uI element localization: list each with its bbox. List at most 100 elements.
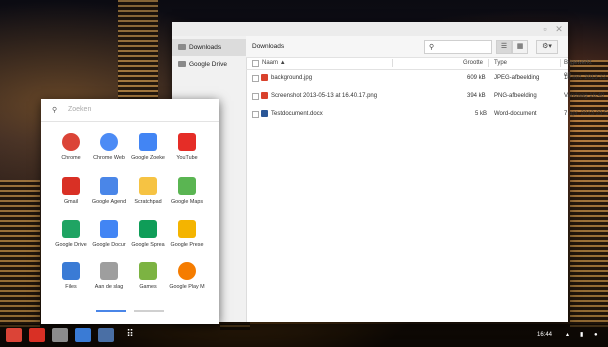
google-docs-icon xyxy=(100,220,118,238)
clock[interactable]: 16:44 xyxy=(537,324,552,347)
file-size: 609 kB xyxy=(467,75,486,81)
app-label: Google Prese xyxy=(170,242,204,248)
app-label: YouTube xyxy=(176,155,198,161)
search-input[interactable]: ⚲ xyxy=(424,40,492,54)
column-divider xyxy=(392,59,393,67)
file-modified: 7 apr. 2013 23:50 xyxy=(564,111,608,117)
sidebar-item-label: Downloads xyxy=(189,44,222,51)
file-size: 5 kB xyxy=(475,111,488,117)
file-size: 394 kB xyxy=(467,93,486,99)
page-indicator-2[interactable] xyxy=(134,310,164,312)
get-started-icon xyxy=(100,262,118,280)
app-tile[interactable]: Google Drive xyxy=(51,220,91,258)
app-tile[interactable]: Gmail xyxy=(51,177,91,215)
chrome-icon xyxy=(62,133,80,151)
app-label: Google Agend xyxy=(91,199,127,205)
files-icon xyxy=(62,262,80,280)
user-icon[interactable]: ● xyxy=(594,324,598,347)
youtube-icon xyxy=(178,133,196,151)
folder-icon xyxy=(178,44,186,50)
app-tile[interactable]: Aan de slag xyxy=(89,262,129,300)
page-indicator-1[interactable] xyxy=(96,310,126,312)
file-type: PNG-afbeelding xyxy=(494,93,537,99)
scratchpad-icon xyxy=(139,177,157,195)
app-tile[interactable]: Google Agend xyxy=(89,177,129,215)
app-tile[interactable]: Chrome Web xyxy=(89,133,129,171)
app-tile[interactable]: Files xyxy=(51,262,91,300)
app-label: Games xyxy=(139,284,157,290)
app-tile[interactable]: Google Play M xyxy=(167,262,207,300)
google-play-music-icon xyxy=(178,262,196,280)
sidebar-item-downloads[interactable]: Downloads xyxy=(172,39,246,56)
window-titlebar[interactable]: ▫ ✕ xyxy=(172,22,568,36)
wifi-icon[interactable]: ▴ xyxy=(566,324,569,347)
table-row[interactable]: Testdocument.docx 5 kB Word-document 7 a… xyxy=(246,105,608,123)
sort-up-icon: ▲ xyxy=(279,60,286,66)
select-all-checkbox[interactable] xyxy=(252,60,259,67)
app-tile[interactable]: Google Maps xyxy=(167,177,207,215)
app-tile[interactable]: Scratchpad xyxy=(128,177,168,215)
file-name: Screenshot 2013-05-13 at 16.40.17.png xyxy=(271,93,378,99)
google-calendar-icon xyxy=(100,177,118,195)
file-type: Word-document xyxy=(494,111,537,117)
file-type: JPEG-afbeelding xyxy=(494,75,540,81)
sidebar-item-google-drive[interactable]: Google Drive xyxy=(172,56,246,73)
file-name: Testdocument.docx xyxy=(271,111,323,117)
file-name: background.jpg xyxy=(271,75,313,81)
window-icon[interactable] xyxy=(98,328,114,342)
breadcrumb[interactable]: Downloads xyxy=(252,36,284,57)
app-tile[interactable]: Games xyxy=(128,262,168,300)
drive-icon xyxy=(178,61,186,67)
app-label: Google Play M xyxy=(169,284,205,290)
app-label: Aan de slag xyxy=(94,284,124,290)
search-icon: ⚲ xyxy=(52,107,58,114)
toolbar: Downloads ⚲ ☰ ▦ ⚙▾ xyxy=(246,36,568,58)
grid-view-button[interactable]: ▦ xyxy=(512,40,528,54)
app-tile[interactable]: Google Sprea xyxy=(128,220,168,258)
list-view-button[interactable]: ☰ xyxy=(496,40,512,54)
app-tile[interactable]: Google Zoeke xyxy=(128,133,168,171)
games-icon xyxy=(139,262,157,280)
file-modified: Vandaag 16:40 xyxy=(564,93,605,99)
app-tile[interactable]: Google Prese xyxy=(167,220,207,258)
google-sheets-icon xyxy=(139,220,157,238)
app-launcher-icon[interactable]: ⠿ xyxy=(122,328,138,342)
close-icon[interactable]: ✕ xyxy=(554,24,564,34)
app-tile[interactable]: YouTube xyxy=(167,133,207,171)
gmail-icon xyxy=(62,177,80,195)
google-drive-icon xyxy=(62,220,80,238)
row-checkbox[interactable] xyxy=(252,75,259,82)
google-slides-icon xyxy=(178,220,196,238)
sidebar-item-label: Google Drive xyxy=(189,61,227,68)
column-type[interactable]: Type xyxy=(494,57,507,69)
image-file-icon xyxy=(261,92,268,99)
app-launcher: ⚲ Zoeken Chrome Chrome Web Google Zoeke You… xyxy=(41,99,219,324)
app-label: Google Maps xyxy=(170,199,204,205)
app-tile[interactable]: Google Docur xyxy=(89,220,129,258)
row-checkbox[interactable] xyxy=(252,93,259,100)
app-label: Google Docur xyxy=(92,242,126,248)
column-size[interactable]: Grootte xyxy=(463,57,483,69)
table-row[interactable]: background.jpg 609 kB JPEG-afbeelding 18… xyxy=(246,69,608,87)
row-checkbox[interactable] xyxy=(252,111,259,118)
google-maps-icon xyxy=(178,177,196,195)
wallpaper-building xyxy=(0,180,40,330)
divider xyxy=(41,121,219,122)
column-name[interactable]: Naam ▲ xyxy=(262,57,286,69)
search-icon: ⚲ xyxy=(429,44,435,51)
app-label: Chrome Web xyxy=(93,155,125,161)
files-icon[interactable] xyxy=(75,328,91,342)
google-search-icon xyxy=(139,133,157,151)
minimize-icon[interactable]: ▫ xyxy=(540,24,550,34)
image-file-icon xyxy=(261,74,268,81)
word-file-icon xyxy=(261,110,268,117)
launcher-search-input[interactable]: Zoeken xyxy=(68,106,91,113)
gmail-icon[interactable] xyxy=(29,328,45,342)
battery-icon[interactable]: ▮ xyxy=(580,324,583,347)
settings-icon[interactable] xyxy=(52,328,68,342)
table-row[interactable]: Screenshot 2013-05-13 at 16.40.17.png 39… xyxy=(246,87,604,105)
gear-menu-button[interactable]: ⚙▾ xyxy=(536,40,558,54)
column-divider xyxy=(560,59,561,67)
app-tile[interactable]: Chrome xyxy=(51,133,91,171)
chrome-icon[interactable] xyxy=(6,328,22,342)
